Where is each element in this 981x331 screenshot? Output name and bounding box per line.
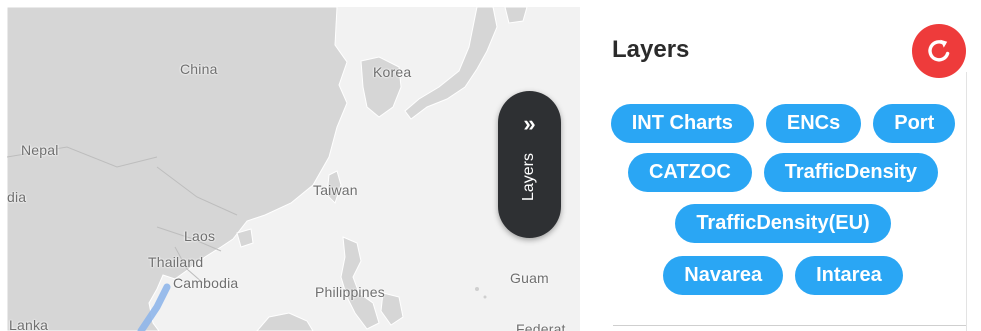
- map-label-korea: Korea: [373, 64, 412, 80]
- map-label-india: dia: [7, 189, 27, 205]
- layer-chip-traffic-density-eu[interactable]: TrafficDensity(EU): [675, 204, 891, 243]
- layer-chip-encs[interactable]: ENCs: [765, 104, 862, 143]
- layer-chip-row: INT Charts ENCs Port: [600, 104, 966, 143]
- map-label-taiwan: Taiwan: [313, 182, 358, 198]
- map-land: [7, 7, 528, 331]
- layers-toggle-label: Layers: [520, 152, 537, 202]
- map-label-cambodia: Cambodia: [173, 275, 239, 291]
- panel-divider: [613, 325, 966, 326]
- layer-chip-row: TrafficDensity(EU): [600, 204, 966, 243]
- layer-chip-int-charts[interactable]: INT Charts: [610, 104, 754, 143]
- map-label-philippines: Philippines: [315, 284, 385, 300]
- map-label-thailand: Thailand: [148, 254, 204, 270]
- double-chevron-right-icon: »: [523, 111, 536, 136]
- map-label-nepal: Nepal: [21, 142, 59, 158]
- map-label-federated: Federat: [516, 321, 566, 331]
- layers-toggle-button[interactable]: » Layers: [498, 91, 561, 238]
- layer-chip-navarea[interactable]: Navarea: [663, 256, 784, 295]
- layer-chip-row: Navarea Intarea: [600, 256, 966, 295]
- map-label-china: China: [180, 61, 218, 77]
- map-label-guam: Guam: [510, 270, 549, 286]
- panel-edge: [966, 72, 967, 331]
- layer-chip-intarea[interactable]: Intarea: [795, 256, 903, 295]
- layers-panel: Layers INT Charts ENCs Port CATZOC Traff…: [580, 0, 981, 331]
- layer-chip-port[interactable]: Port: [873, 104, 956, 143]
- map-label-lanka: Lanka: [9, 317, 49, 331]
- refresh-icon: [928, 39, 950, 62]
- layer-chip-traffic-density[interactable]: TrafficDensity: [763, 153, 939, 192]
- map-view[interactable]: China Korea Nepal dia Taiwan Laos Thaila…: [7, 7, 580, 331]
- layer-chip-catzoc[interactable]: CATZOC: [627, 153, 752, 192]
- map-label-laos: Laos: [184, 228, 216, 244]
- panel-title: Layers: [612, 36, 690, 63]
- reset-button[interactable]: [912, 24, 966, 78]
- layer-chip-row: CATZOC TrafficDensity: [600, 153, 966, 192]
